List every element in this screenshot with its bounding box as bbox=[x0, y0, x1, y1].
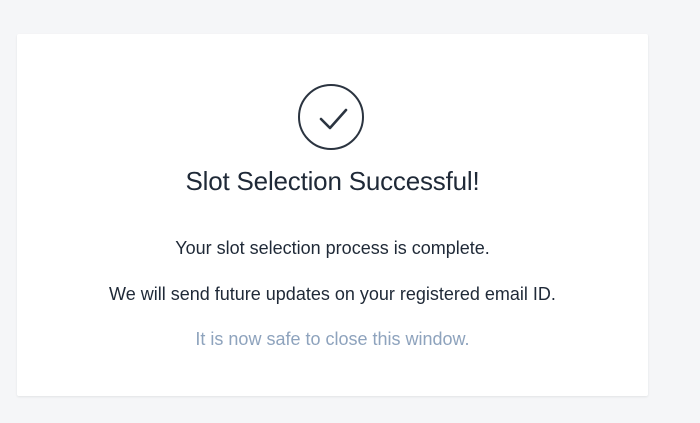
email-update-message: We will send future updates on your regi… bbox=[109, 284, 556, 304]
close-window-message: It is now safe to close this window. bbox=[195, 329, 470, 349]
completion-message: Your slot selection process is complete. bbox=[175, 238, 490, 258]
success-card: Slot Selection Successful! Your slot sel… bbox=[17, 34, 648, 396]
success-title: Slot Selection Successful! bbox=[185, 166, 480, 196]
check-circle-icon bbox=[298, 84, 364, 150]
